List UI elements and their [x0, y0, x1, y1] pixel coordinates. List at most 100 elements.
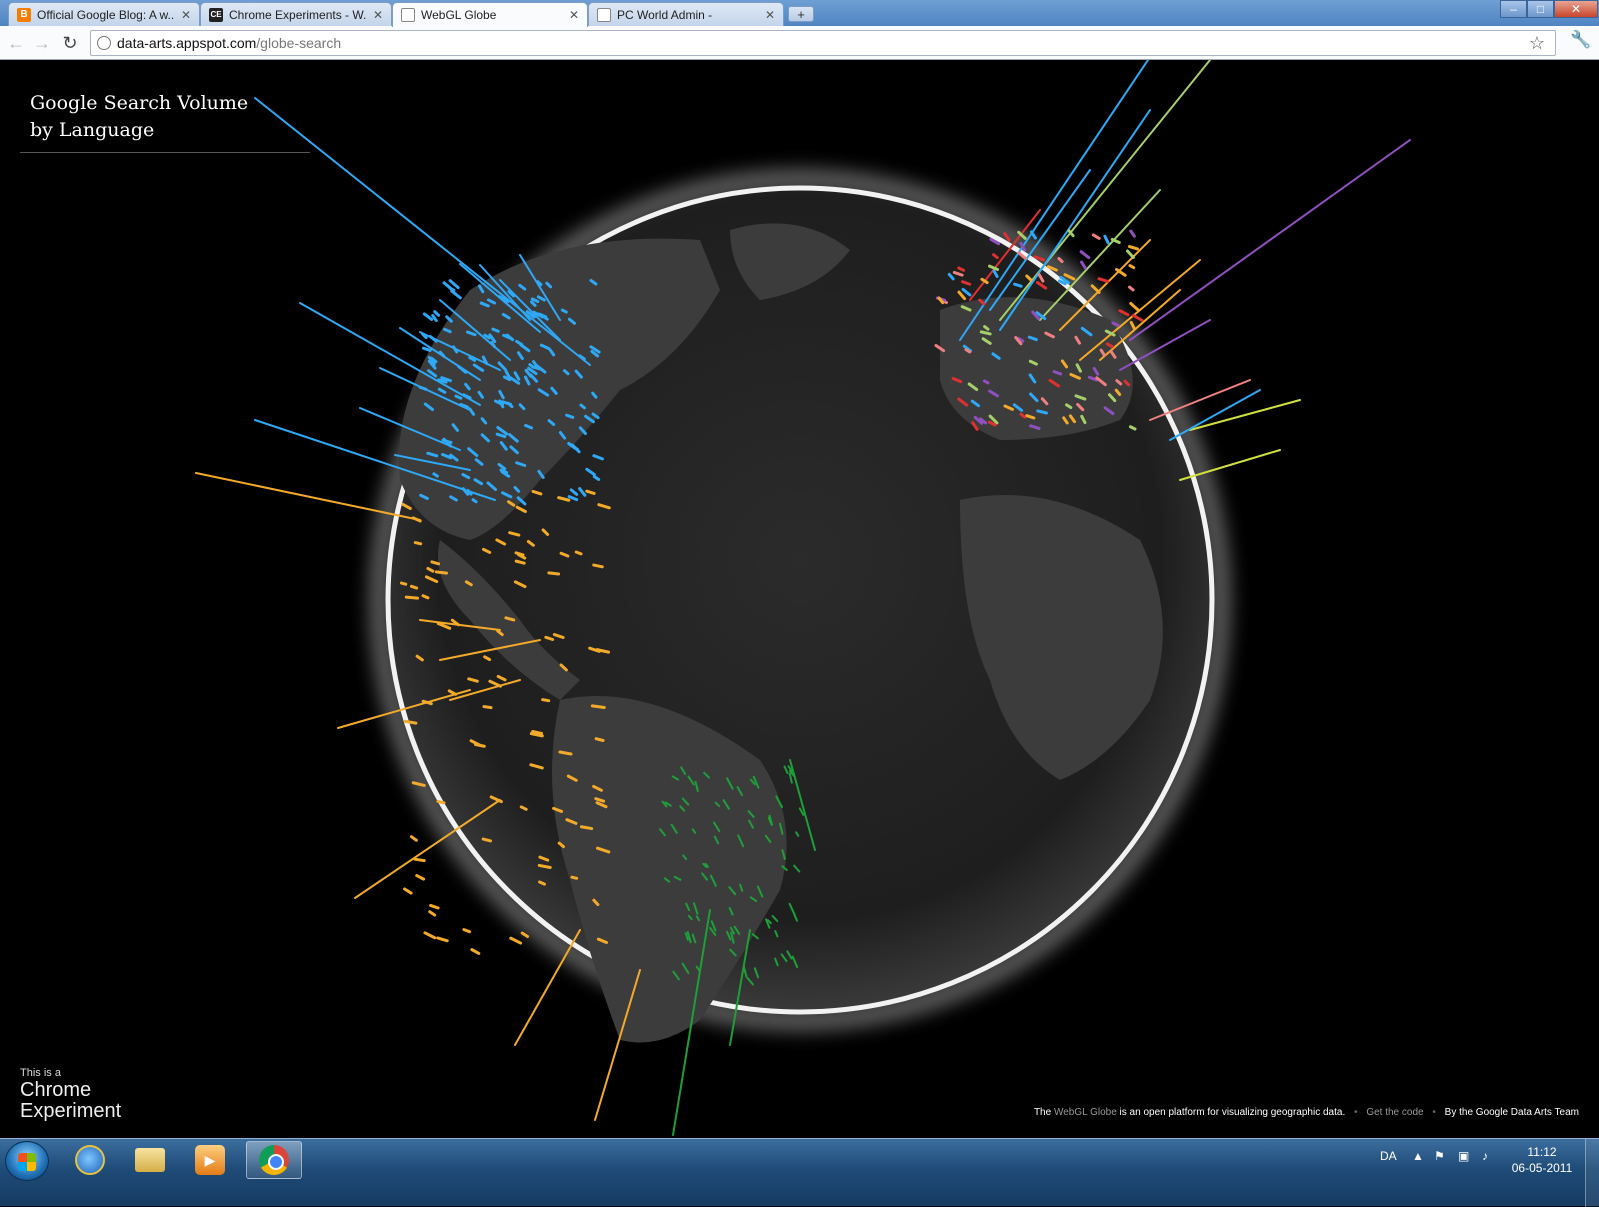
search-volume-spike	[431, 314, 438, 322]
search-volume-spike	[1118, 309, 1130, 317]
taskbar-media-player[interactable]	[182, 1141, 238, 1179]
search-volume-spike	[560, 308, 568, 314]
search-volume-spike	[454, 394, 463, 400]
search-volume-spike	[1080, 260, 1087, 270]
search-volume-spike	[1013, 282, 1023, 288]
tab-label: Chrome Experiments - W...	[229, 7, 367, 22]
webgl-globe-link[interactable]: WebGL Globe	[1054, 1107, 1117, 1118]
language-indicator[interactable]: DA	[1380, 1149, 1397, 1163]
address-bar[interactable]: data-arts.appspot.com/globe-search ☆	[90, 30, 1556, 56]
search-volume-spike	[504, 616, 516, 622]
search-volume-spike	[592, 563, 604, 569]
network-icon[interactable]: ▣	[1458, 1149, 1469, 1163]
search-volume-spike	[429, 903, 440, 910]
browser-toolbar: ← → ↻ data-arts.appspot.com/globe-search…	[0, 26, 1599, 60]
search-volume-spike	[403, 887, 413, 895]
search-volume-spike	[436, 936, 449, 943]
search-volume-spike	[957, 266, 966, 272]
tab-official-google-blog[interactable]: B Official Google Blog: A w... ✕	[8, 2, 200, 26]
search-volume-spike	[537, 863, 552, 870]
search-volume-spike	[482, 705, 493, 710]
title-line-2: by Language	[30, 119, 155, 141]
forward-arrow-icon[interactable]: →	[30, 31, 54, 55]
search-volume-spike	[428, 910, 437, 917]
page-icon	[597, 7, 611, 22]
search-volume-spike	[481, 837, 492, 843]
search-volume-spike	[448, 279, 460, 290]
search-volume-spike	[1129, 139, 1411, 341]
start-button[interactable]	[5, 1141, 49, 1181]
search-volume-spike	[514, 929, 581, 1046]
star-icon[interactable]: ☆	[1529, 33, 1545, 54]
footer-separator: •	[1432, 1107, 1436, 1118]
search-volume-spike	[1129, 229, 1136, 238]
page-title: Google Search Volume by Language	[30, 90, 300, 144]
search-volume-spike	[538, 880, 546, 886]
minimize-button[interactable]: ‒	[1500, 0, 1527, 18]
title-bar: B Official Google Blog: A w... ✕ CE Chro…	[0, 0, 1599, 27]
page-footer: The WebGL Globe is an open platform for …	[1034, 1107, 1579, 1118]
search-volume-spike	[514, 559, 526, 565]
search-volume-spike	[423, 931, 437, 940]
chrome-experiment-tagline: This is a	[20, 1067, 61, 1079]
clock-date[interactable]: 06-05-2011	[1510, 1161, 1574, 1175]
search-volume-spike	[509, 936, 523, 945]
search-volume-spike	[421, 594, 430, 600]
search-volume-spike	[547, 571, 561, 576]
close-icon[interactable]: ✕	[765, 8, 775, 22]
show-hidden-icons-icon[interactable]: ▲	[1412, 1149, 1424, 1163]
search-volume-spike	[474, 742, 486, 748]
search-volume-spike	[422, 312, 434, 321]
show-desktop-button[interactable]	[1585, 1139, 1599, 1207]
search-volume-spike	[450, 289, 462, 300]
get-the-code-link[interactable]: Get the code	[1366, 1107, 1423, 1118]
taskbar-google-chrome[interactable]	[246, 1141, 302, 1179]
chrome-experiment-logo[interactable]: Chrome Experiment	[20, 1080, 170, 1122]
search-volume-spike	[1125, 249, 1135, 259]
wrench-icon[interactable]: 🔧	[1570, 30, 1591, 50]
webgl-globe-page: Google Search Volume by Language This is…	[0, 60, 1599, 1138]
search-volume-spike	[430, 560, 441, 566]
taskbar-windows-explorer[interactable]	[122, 1141, 178, 1179]
search-volume-spike	[421, 346, 432, 352]
search-volume-spike	[1128, 264, 1136, 270]
search-volume-spike	[433, 310, 441, 317]
windows-taskbar: DA ▲ ⚑ ▣ ♪ 11:12 06-05-2011	[0, 1138, 1599, 1207]
volume-icon[interactable]: ♪	[1482, 1149, 1488, 1163]
search-volume-spike	[565, 413, 575, 419]
windows-logo-icon	[18, 1153, 36, 1171]
search-volume-spike	[590, 704, 606, 709]
search-volume-spike	[570, 875, 579, 880]
search-volume-spike	[531, 729, 544, 735]
close-icon[interactable]: ✕	[569, 8, 579, 22]
close-icon[interactable]: ✕	[181, 8, 191, 22]
new-tab-button[interactable]: +	[788, 6, 814, 22]
search-volume-spike	[1097, 277, 1110, 283]
search-volume-spike	[1036, 409, 1048, 415]
search-volume-spike	[983, 325, 990, 331]
clock-time[interactable]: 11:12	[1510, 1145, 1574, 1159]
search-volume-spike	[1079, 250, 1091, 260]
search-volume-spike	[514, 551, 525, 557]
tab-webgl-globe[interactable]: WebGL Globe ✕	[392, 2, 588, 27]
back-arrow-icon[interactable]: ←	[4, 31, 28, 55]
search-volume-spike	[415, 874, 426, 881]
taskbar-internet-explorer[interactable]	[62, 1141, 118, 1179]
url-path: /globe-search	[256, 35, 342, 51]
close-icon[interactable]: ✕	[373, 8, 383, 22]
globe-visualization[interactable]	[0, 60, 1599, 1138]
search-volume-spike	[964, 348, 972, 354]
url-host: data-arts.appspot.com	[117, 35, 257, 51]
action-center-flag-icon[interactable]: ⚑	[1434, 1149, 1445, 1163]
tab-pc-world-admin[interactable]: PC World Admin - ✕	[588, 2, 784, 26]
close-window-button[interactable]: ✕	[1554, 0, 1598, 18]
chrome-icon	[259, 1145, 289, 1175]
tab-chrome-experiments[interactable]: CE Chrome Experiments - W... ✕	[200, 2, 392, 26]
maximize-button[interactable]: □	[1527, 0, 1554, 18]
folder-icon	[135, 1148, 165, 1172]
data-arts-team-link[interactable]: By the Google Data Arts Team	[1445, 1107, 1579, 1118]
search-volume-spike	[1091, 233, 1101, 240]
reload-icon[interactable]: ↻	[58, 31, 82, 55]
search-volume-spike	[432, 472, 439, 478]
search-volume-spike	[399, 581, 408, 586]
